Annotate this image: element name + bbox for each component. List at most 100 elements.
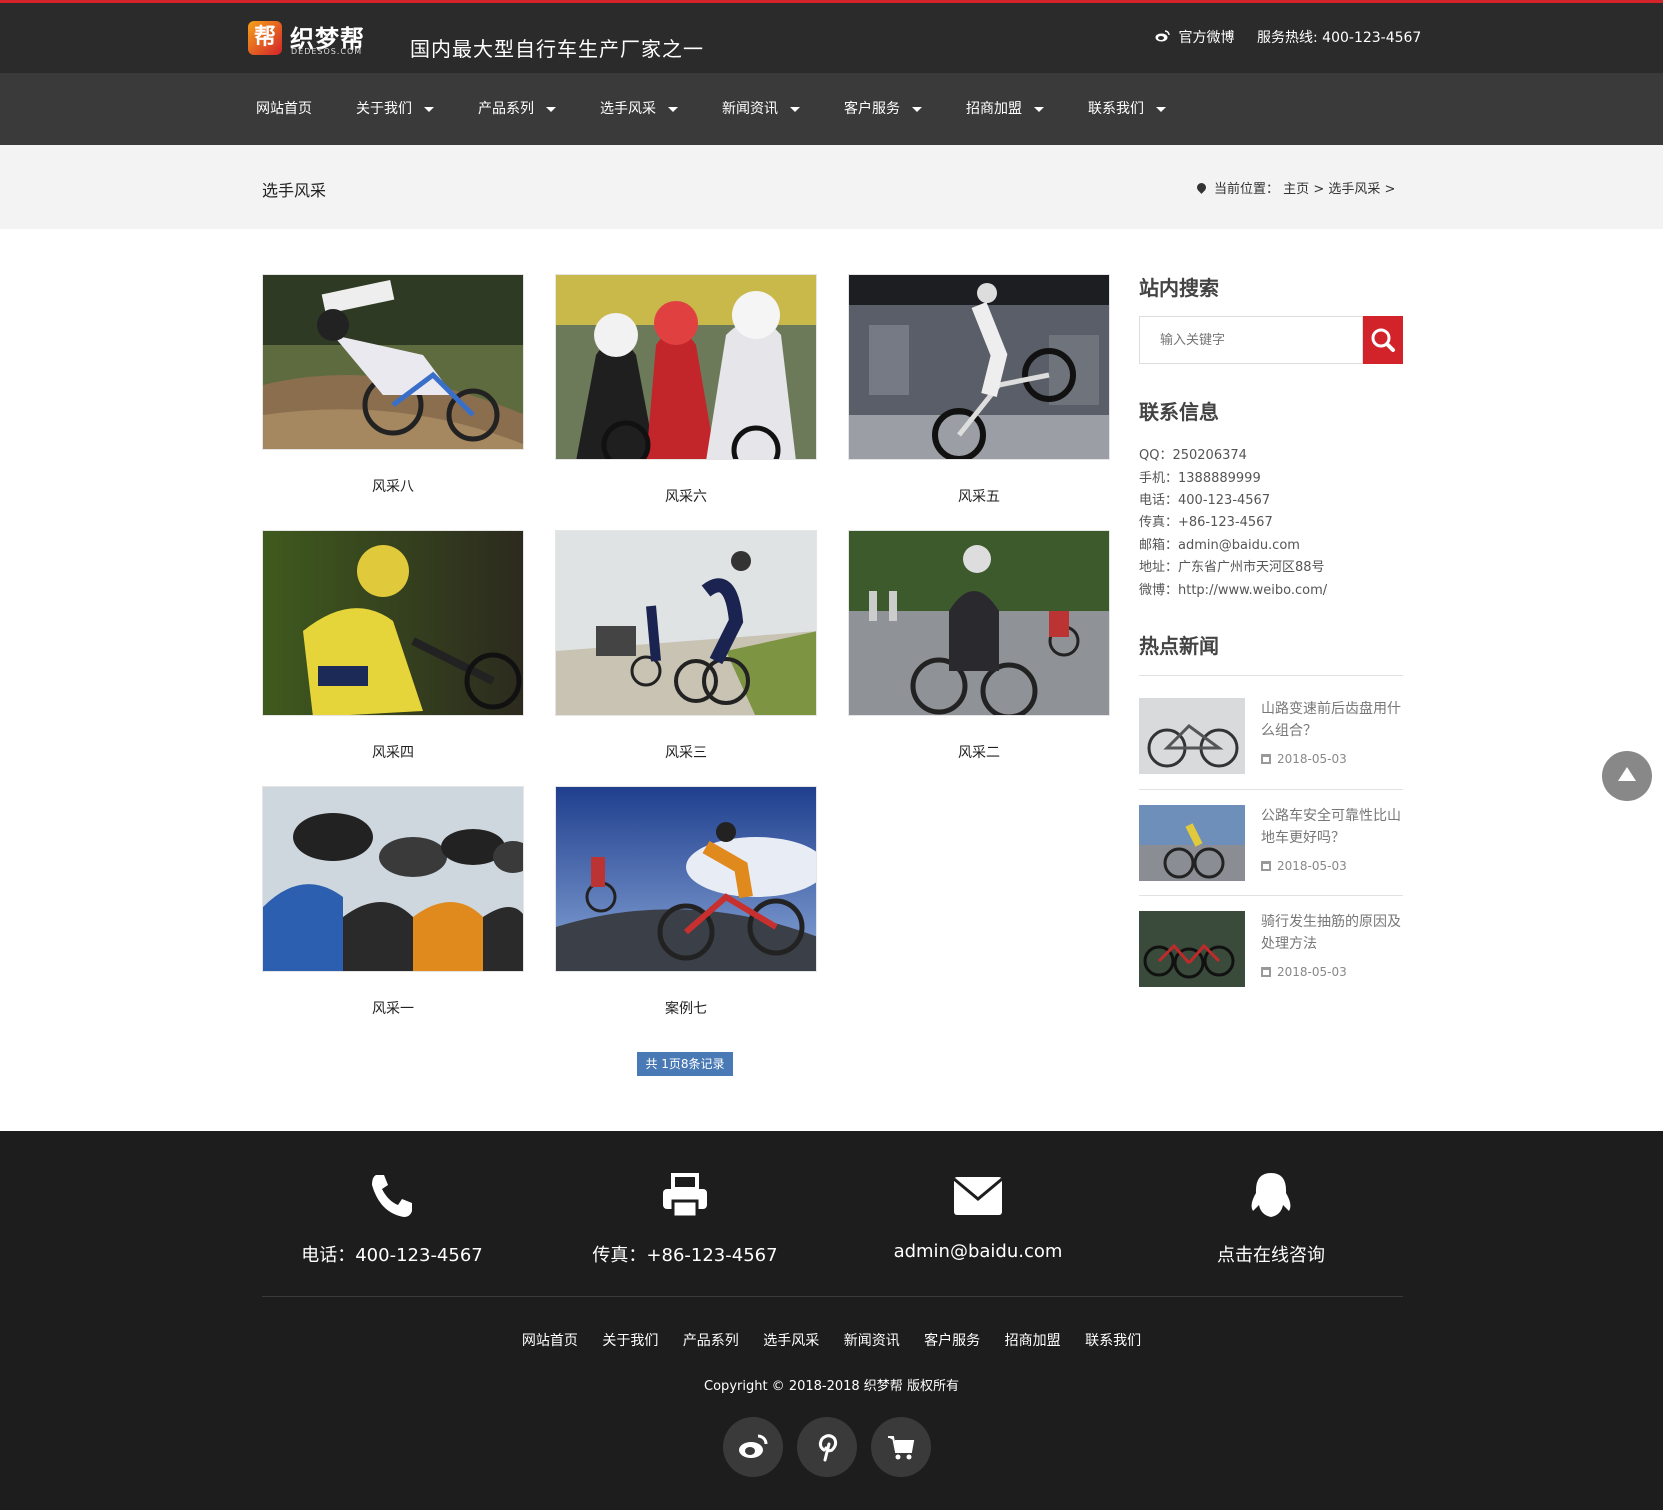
phone-icon	[372, 1175, 412, 1217]
gallery-card[interactable]: 风采六	[555, 274, 817, 506]
footer-link-service[interactable]: 客户服务	[924, 1333, 980, 1349]
breadcrumb-separator: >	[1384, 182, 1396, 197]
qq-icon	[1251, 1173, 1291, 1217]
chevron-down-icon	[1034, 106, 1044, 112]
footer-link-products[interactable]: 产品系列	[683, 1333, 739, 1349]
gallery-card[interactable]: 风采一	[262, 786, 524, 1018]
breadcrumb-current-link[interactable]: 选手风采	[1328, 182, 1380, 197]
pinterest-social-button[interactable]	[797, 1417, 857, 1477]
footer-consult-link[interactable]: 点击在线咨询	[1151, 1241, 1391, 1267]
logo-subtitle: DEDESOS.COM	[291, 47, 363, 56]
official-weibo-link[interactable]: 官方微博	[1155, 27, 1234, 47]
shop-social-button[interactable]	[871, 1417, 931, 1477]
gallery-photo[interactable]	[555, 530, 817, 716]
pagination-summary: 共 1页8条记录	[637, 1052, 733, 1076]
search-input[interactable]	[1140, 317, 1340, 363]
weibo-icon	[1155, 30, 1170, 42]
location-pin-icon	[1195, 181, 1208, 194]
footer-link-news[interactable]: 新闻资讯	[844, 1333, 900, 1349]
footer-link-home[interactable]: 网站首页	[522, 1333, 578, 1349]
breadcrumb-prefix: 当前位置：	[1214, 182, 1280, 197]
news-thumbnail[interactable]	[1139, 698, 1245, 774]
gallery-photo[interactable]	[555, 786, 817, 972]
news-thumbnail[interactable]	[1139, 805, 1245, 881]
news-title-link[interactable]: 公路车安全可靠性比山地车更好吗？	[1261, 805, 1401, 849]
nav-item-about[interactable]: 关于我们	[356, 73, 434, 145]
news-date-text: 2018-05-03	[1277, 752, 1347, 766]
gallery-photo[interactable]	[262, 274, 524, 450]
top-bar: 帮 织梦帮 DEDESOS.COM 国内最大型自行车生产厂家之一 官方微博 服务…	[0, 0, 1663, 73]
news-date-text: 2018-05-03	[1277, 859, 1347, 873]
nav-item-contact[interactable]: 联系我们	[1088, 73, 1166, 145]
news-date: 2018-05-03	[1261, 859, 1347, 873]
nav-item-products[interactable]: 产品系列	[478, 73, 556, 145]
breadcrumb-band: 选手风采 当前位置： 主页 > 选手风采 >	[0, 145, 1663, 229]
nav-item-news[interactable]: 新闻资讯	[722, 73, 800, 145]
gallery-caption[interactable]: 案例七	[555, 998, 817, 1018]
nav-item-riders[interactable]: 选手风采	[600, 73, 678, 145]
gallery-photo[interactable]	[848, 530, 1110, 716]
cart-icon	[888, 1436, 915, 1460]
gallery-photo[interactable]	[555, 274, 817, 460]
news-title-link[interactable]: 山路变速前后齿盘用什么组合？	[1261, 698, 1401, 742]
news-date: 2018-05-03	[1261, 965, 1347, 979]
site-logo[interactable]: 帮 织梦帮 DEDESOS.COM	[248, 19, 370, 57]
footer-link-riders[interactable]: 选手风采	[763, 1333, 819, 1349]
gallery-caption[interactable]: 风采四	[262, 742, 524, 762]
nav-item-service[interactable]: 客户服务	[844, 73, 922, 145]
nav-item-home[interactable]: 网站首页	[256, 73, 312, 145]
nav-label: 联系我们	[1088, 101, 1144, 117]
gallery-caption[interactable]: 风采二	[848, 742, 1110, 762]
back-to-top-button[interactable]	[1602, 751, 1652, 801]
envelope-icon	[953, 1177, 1003, 1215]
gallery-caption[interactable]: 风采三	[555, 742, 817, 762]
contact-phone: 电话：400-123-4567	[1139, 493, 1271, 508]
gallery-card[interactable]: 风采三	[555, 530, 817, 762]
gallery-card[interactable]: 风采八	[262, 274, 524, 496]
chevron-down-icon	[424, 106, 434, 112]
gallery-caption[interactable]: 风采五	[848, 486, 1110, 506]
calendar-icon	[1261, 967, 1271, 977]
nav-label: 产品系列	[478, 101, 534, 117]
news-thumbnail[interactable]	[1139, 911, 1245, 987]
pinterest-icon	[818, 1434, 838, 1462]
nav-label: 新闻资讯	[722, 101, 778, 117]
footer-link-franchise[interactable]: 招商加盟	[1005, 1333, 1061, 1349]
calendar-icon	[1261, 861, 1271, 871]
chevron-down-icon	[912, 106, 922, 112]
breadcrumb-separator: >	[1313, 182, 1325, 197]
nav-label: 关于我们	[356, 101, 412, 117]
search-button[interactable]	[1363, 316, 1403, 364]
contact-email: 邮箱：admin@baidu.com	[1139, 538, 1300, 553]
calendar-icon	[1261, 754, 1271, 764]
breadcrumb-home-link[interactable]: 主页	[1283, 182, 1309, 197]
footer-fax-text: 传真：+86-123-4567	[592, 1245, 778, 1266]
service-hotline: 服务热线: 400-123-4567	[1257, 30, 1422, 46]
contact-address: 地址：广东省广州市天河区88号	[1139, 560, 1325, 575]
gallery-caption[interactable]: 风采一	[262, 998, 524, 1018]
news-date-text: 2018-05-03	[1277, 965, 1347, 979]
copyright: Copyright © 2018-2018 织梦帮 版权所有	[704, 1379, 959, 1394]
gallery-photo[interactable]	[848, 274, 1110, 460]
weibo-icon	[739, 1434, 768, 1458]
gallery-card[interactable]: 风采五	[848, 274, 1110, 506]
footer-link-about[interactable]: 关于我们	[602, 1333, 658, 1349]
weibo-social-button[interactable]	[723, 1417, 783, 1477]
footer-qq-consult[interactable]: 点击在线咨询	[1151, 1171, 1391, 1267]
gallery-caption[interactable]: 风采六	[555, 486, 817, 506]
gallery-caption[interactable]: 风采八	[262, 476, 524, 496]
page-title: 选手风采	[262, 181, 327, 200]
gallery-card[interactable]: 案例七	[555, 786, 817, 1018]
news-title-link[interactable]: 骑行发生抽筋的原因及处理方法	[1261, 911, 1401, 955]
gallery-photo[interactable]	[262, 786, 524, 972]
weibo-label: 官方微博	[1178, 30, 1235, 46]
gallery-card[interactable]: 风采二	[848, 530, 1110, 762]
gallery-card[interactable]: 风采四	[262, 530, 524, 762]
nav-label: 客户服务	[844, 101, 900, 117]
site-slogan: 国内最大型自行车生产厂家之一	[410, 37, 704, 61]
nav-item-franchise[interactable]: 招商加盟	[966, 73, 1044, 145]
chevron-down-icon	[790, 106, 800, 112]
gallery-photo[interactable]	[262, 530, 524, 716]
footer-phone-text: 电话：400-123-4567	[301, 1245, 483, 1266]
footer-link-contact[interactable]: 联系我们	[1085, 1333, 1141, 1349]
